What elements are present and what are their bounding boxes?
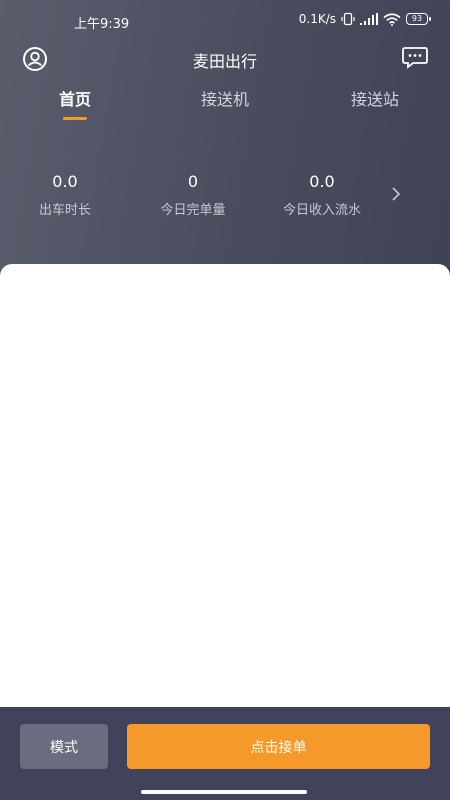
content-area [0, 264, 450, 707]
tab-home[interactable]: 首页 [50, 86, 100, 110]
stat-label: 今日收入流水 [282, 203, 361, 218]
status-bar: 上午9:39 0.1K/s 93 [0, 0, 450, 40]
status-time: 上午9:39 [74, 17, 130, 32]
stats-panel[interactable]: 0.0 出车时长 0 今日完单量 0.0 今日收入流水 [0, 160, 450, 230]
mode-button[interactable]: 模式 [20, 724, 108, 769]
chevron-right-icon[interactable] [389, 185, 403, 203]
tab-station-shuttle[interactable]: 接送站 [340, 86, 410, 110]
stat-value: 0.0 [309, 172, 335, 191]
stat-value: 0 [187, 172, 199, 191]
tab-bar: 首页 接送机 接送站 [0, 82, 450, 124]
wifi-icon [383, 12, 401, 26]
bottom-action-bar: 模式 点击接单 [0, 707, 450, 800]
active-tab-indicator [63, 117, 87, 120]
stat-value: 0.0 [52, 172, 78, 191]
network-speed: 0.1K/s [298, 12, 336, 26]
vibrate-icon [341, 12, 355, 26]
stat-label: 出车时长 [38, 203, 91, 218]
message-icon[interactable] [401, 46, 429, 70]
stat-today-income: 0.0 今日收入流水 [257, 172, 387, 218]
battery-level: 93 [411, 14, 423, 23]
page-title: 麦田出行 [192, 52, 257, 71]
tab-airport-shuttle[interactable]: 接送机 [190, 86, 260, 110]
stat-label: 今日完单量 [160, 203, 226, 218]
battery-icon: 93 [406, 13, 431, 25]
app-header: 麦田出行 [0, 40, 450, 76]
signal-icon [360, 13, 378, 25]
stat-completed-orders: 0 今日完单量 [128, 172, 258, 218]
home-indicator[interactable] [141, 790, 307, 794]
stat-driving-duration: 0.0 出车时长 [0, 172, 130, 218]
status-icons: 0.1K/s 93 [298, 12, 431, 26]
accept-order-button[interactable]: 点击接单 [127, 724, 430, 769]
